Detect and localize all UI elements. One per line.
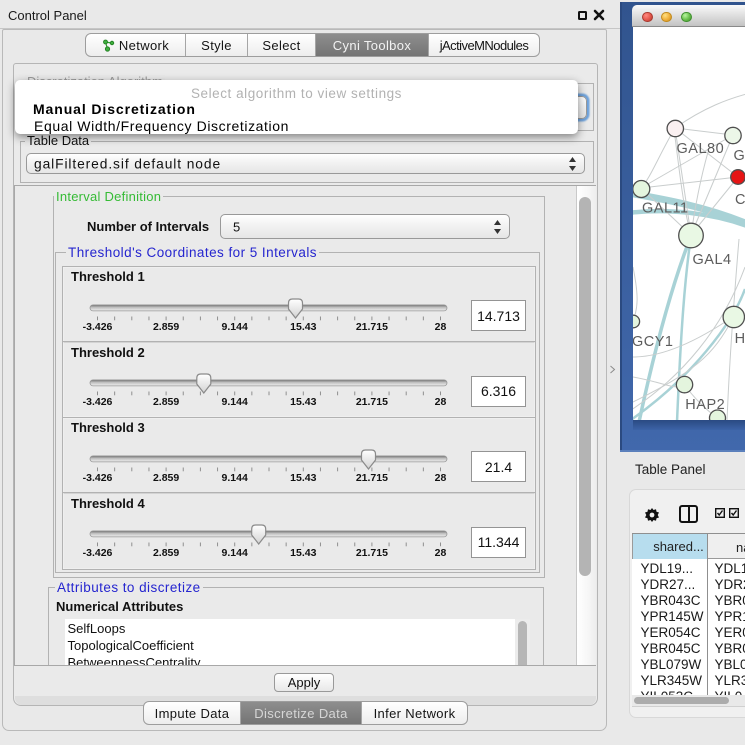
svg-text:15.43: 15.43	[290, 547, 316, 559]
svg-text:H: H	[735, 331, 745, 347]
svg-text:21.715: 21.715	[356, 396, 388, 408]
svg-text:21.715: 21.715	[356, 321, 388, 333]
svg-text:9.144: 9.144	[222, 396, 248, 408]
svg-text:2.859: 2.859	[153, 472, 179, 484]
svg-text:15.43: 15.43	[290, 396, 316, 408]
svg-text:GAL: GAL	[734, 148, 745, 164]
svg-text:HAP2: HAP2	[685, 397, 725, 413]
svg-text:2.859: 2.859	[153, 547, 179, 559]
svg-text:-3.426: -3.426	[83, 321, 113, 333]
svg-text:21.715: 21.715	[356, 547, 388, 559]
svg-text:9.144: 9.144	[222, 547, 248, 559]
svg-text:28: 28	[435, 321, 447, 333]
svg-text:-3.426: -3.426	[83, 472, 113, 484]
svg-text:21.715: 21.715	[356, 472, 388, 484]
svg-text:28: 28	[435, 547, 447, 559]
svg-text:GAL80: GAL80	[677, 141, 725, 157]
svg-text:15.43: 15.43	[290, 321, 316, 333]
svg-text:2.859: 2.859	[153, 396, 179, 408]
svg-text:9.144: 9.144	[222, 321, 248, 333]
svg-text:28: 28	[435, 472, 447, 484]
svg-text:C: C	[735, 192, 745, 208]
svg-text:2.859: 2.859	[153, 321, 179, 333]
svg-text:GAL11: GAL11	[642, 201, 689, 217]
svg-text:GCY1: GCY1	[633, 334, 674, 350]
svg-text:-3.426: -3.426	[83, 547, 113, 559]
svg-text:15.43: 15.43	[290, 472, 316, 484]
svg-text:9.144: 9.144	[222, 472, 248, 484]
svg-text:28: 28	[435, 396, 447, 408]
svg-text:GAL4: GAL4	[693, 252, 732, 268]
svg-text:-3.426: -3.426	[83, 396, 113, 408]
